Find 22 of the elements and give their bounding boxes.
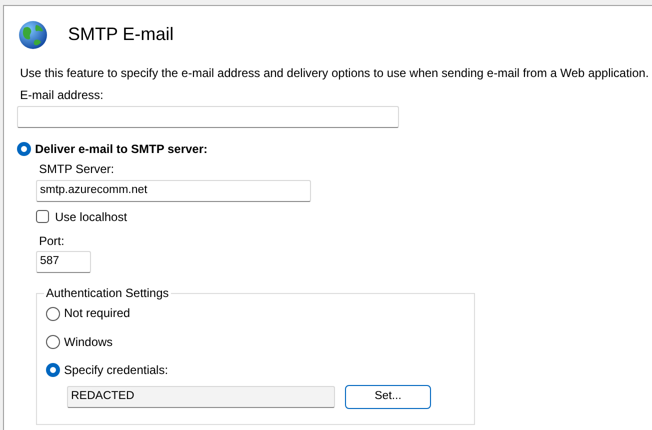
field-label: Port: <box>39 234 66 248</box>
checkbox[interactable] <box>36 210 49 224</box>
field-label: E-mail address: <box>20 88 104 103</box>
port-field[interactable]: 587 <box>36 251 91 274</box>
radio-label: Windows <box>64 334 113 350</box>
set-button[interactable]: Set... <box>345 384 431 409</box>
radio-button[interactable] <box>46 306 60 321</box>
field-label: SMTP Server: <box>39 162 116 177</box>
checkbox-label: Use localhost <box>55 210 128 224</box>
credentials-field: REDACTED <box>67 386 335 408</box>
radio-label: Deliver e-mail to SMTP server: <box>35 142 208 156</box>
smtp-server-field[interactable]: smtp.azurecomm.net <box>36 180 311 202</box>
radio-button[interactable] <box>46 363 60 378</box>
radio-button[interactable] <box>17 142 31 156</box>
radio-label: Specify credentials: <box>64 363 168 378</box>
radio-button[interactable] <box>46 334 60 349</box>
description-text: Use this feature to specify the e-mail address and delivery options to use when sending e-mail from a Web application. <box>20 66 650 80</box>
email-address-field[interactable] <box>17 106 399 128</box>
globe-icon <box>18 20 48 50</box>
page-title: SMTP E-mail <box>68 24 174 46</box>
radio-label: Not required <box>64 306 130 321</box>
group-legend: Authentication Settings <box>44 286 171 301</box>
